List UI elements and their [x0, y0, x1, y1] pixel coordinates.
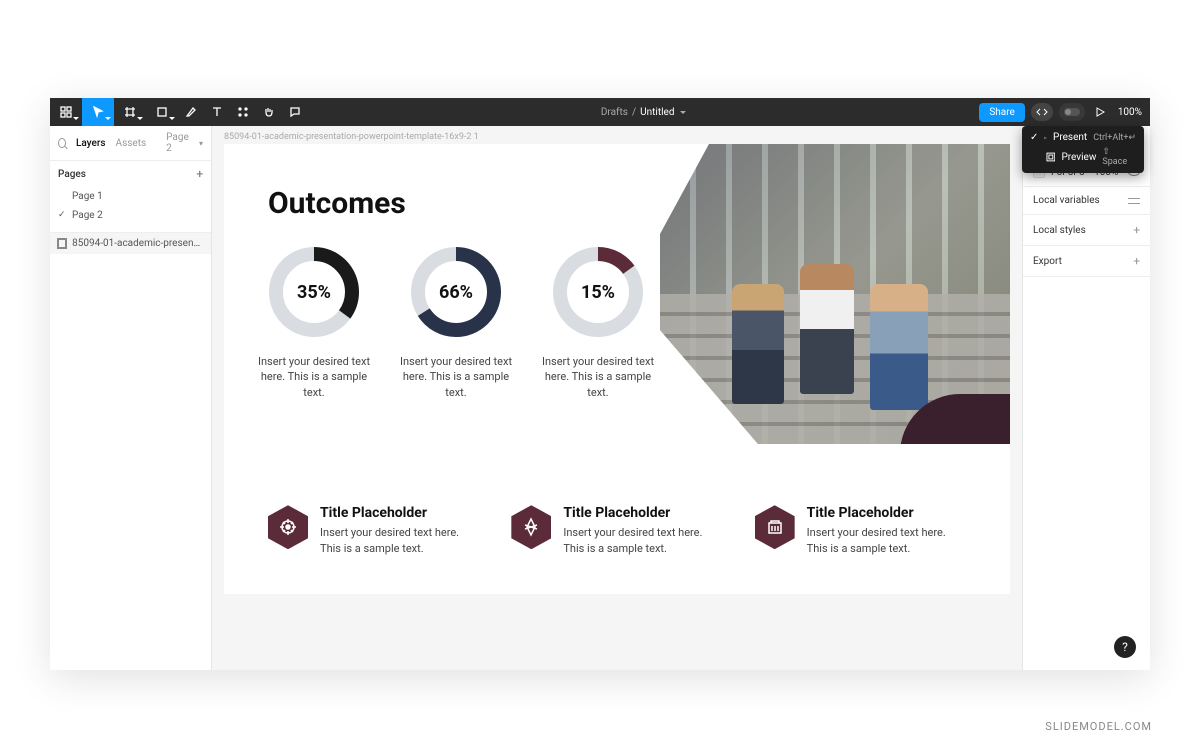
plus-icon[interactable]: + [1133, 254, 1140, 268]
left-panel: Layers Assets Page 2 ▾ Pages + Page 1 Pa… [50, 126, 212, 670]
page-row-1[interactable]: Page 1 [50, 187, 211, 206]
local-variables-row[interactable]: Local variables [1023, 187, 1150, 215]
app-window: Drafts / Untitled Share 100% ✓ Present C… [50, 98, 1150, 670]
breadcrumb[interactable]: Drafts / Untitled [308, 107, 979, 118]
donut-value: 35% [266, 244, 362, 340]
local-styles-row[interactable]: Local styles + [1023, 215, 1150, 246]
right-panel: F5F5F5 100% Local variables Local styles… [1022, 126, 1150, 670]
preview-icon [1046, 152, 1056, 162]
donut-row: 35% Insert your desired text here. This … [254, 244, 658, 400]
text-tool[interactable] [204, 98, 230, 126]
export-row[interactable]: Export + [1023, 246, 1150, 277]
preview-shortcut: ⇧ Space [1102, 147, 1136, 167]
main-menu-button[interactable] [50, 98, 82, 126]
donut-chart: 35% Insert your desired text here. This … [254, 244, 374, 400]
layer-name: 85094-01-academic-presentatio... [72, 238, 203, 249]
layer-row[interactable]: 85094-01-academic-presentatio... [50, 233, 211, 254]
comment-tool[interactable] [282, 98, 308, 126]
dev-mode-toggle[interactable] [1031, 103, 1053, 121]
share-button[interactable]: Share [979, 103, 1024, 122]
hex-title: Title Placeholder [807, 505, 966, 521]
check-icon: ✓ [1030, 132, 1038, 143]
resources-tool[interactable] [230, 98, 256, 126]
page-row-2[interactable]: Page 2 [50, 206, 211, 225]
present-button[interactable] [1091, 107, 1112, 117]
hex-icon [511, 505, 551, 549]
hex-title: Title Placeholder [563, 505, 722, 521]
donut-caption: Insert your desired text here. This is a… [254, 354, 374, 400]
watermark: SLIDEMODEL.COM [1045, 720, 1152, 733]
move-tool[interactable] [82, 98, 114, 126]
canvas[interactable]: 85094-01-academic-presentation-powerpoin… [212, 126, 1022, 670]
toolbar: Drafts / Untitled Share 100% [50, 98, 1150, 126]
breadcrumb-folder: Drafts [601, 107, 628, 118]
slide-photo [660, 144, 1010, 444]
hex-text: Insert your desired text here. This is a… [320, 525, 479, 556]
hex-feature: Title Placeholder Insert your desired te… [755, 505, 966, 556]
help-button[interactable]: ? [1114, 636, 1136, 658]
chevron-down-icon: ▾ [199, 139, 203, 148]
page-indicator[interactable]: Page 2 [166, 132, 189, 154]
hex-feature: Title Placeholder Insert your desired te… [268, 505, 479, 556]
hex-row: Title Placeholder Insert your desired te… [268, 505, 966, 556]
present-option[interactable]: ✓ Present Ctrl+Alt+↵ [1022, 130, 1144, 145]
donut-caption: Insert your desired text here. This is a… [538, 354, 658, 400]
file-name: Untitled [640, 107, 674, 118]
breadcrumb-sep: / [632, 107, 636, 118]
present-dropdown: ✓ Present Ctrl+Alt+↵ Preview ⇧ Space [1022, 126, 1144, 173]
donut-caption: Insert your desired text here. This is a… [396, 354, 516, 400]
hex-icon [755, 505, 795, 549]
tab-assets[interactable]: Assets [116, 138, 147, 149]
search-icon[interactable] [58, 138, 66, 148]
donut-value: 66% [408, 244, 504, 340]
toolbar-right: Share 100% [979, 103, 1150, 122]
present-label: Present [1053, 132, 1087, 143]
toggle-switch[interactable] [1059, 103, 1085, 121]
frame-icon [58, 239, 66, 248]
frame-tool[interactable] [114, 98, 146, 126]
play-icon [1044, 133, 1047, 143]
pen-tool[interactable] [178, 98, 204, 126]
slide-title: Outcomes [268, 186, 406, 221]
preview-option[interactable]: Preview ⇧ Space [1022, 145, 1144, 169]
pages-header: Pages + [50, 161, 211, 187]
donut-chart: 15% Insert your desired text here. This … [538, 244, 658, 400]
hex-text: Insert your desired text here. This is a… [563, 525, 722, 556]
hex-feature: Title Placeholder Insert your desired te… [511, 505, 722, 556]
hex-text: Insert your desired text here. This is a… [807, 525, 966, 556]
present-shortcut: Ctrl+Alt+↵ [1093, 133, 1136, 143]
donut-value: 15% [550, 244, 646, 340]
hex-icon [268, 505, 308, 549]
toolbar-left [50, 98, 308, 126]
zoom-control[interactable]: 100% [1118, 107, 1144, 118]
tab-layers[interactable]: Layers [76, 138, 106, 149]
hand-tool[interactable] [256, 98, 282, 126]
left-panel-tabs: Layers Assets Page 2 ▾ [50, 126, 211, 161]
chevron-down-icon [680, 111, 686, 114]
donut-chart: 66% Insert your desired text here. This … [396, 244, 516, 400]
add-page-button[interactable]: + [196, 167, 203, 181]
hex-title: Title Placeholder [320, 505, 479, 521]
shape-tool[interactable] [146, 98, 178, 126]
preview-label: Preview [1061, 152, 1096, 163]
slide-frame[interactable]: Outcomes 35% Insert your desired text he… [224, 144, 1010, 594]
frame-label[interactable]: 85094-01-academic-presentation-powerpoin… [212, 126, 1022, 144]
plus-icon[interactable]: + [1133, 223, 1140, 237]
sliders-icon [1128, 196, 1140, 206]
